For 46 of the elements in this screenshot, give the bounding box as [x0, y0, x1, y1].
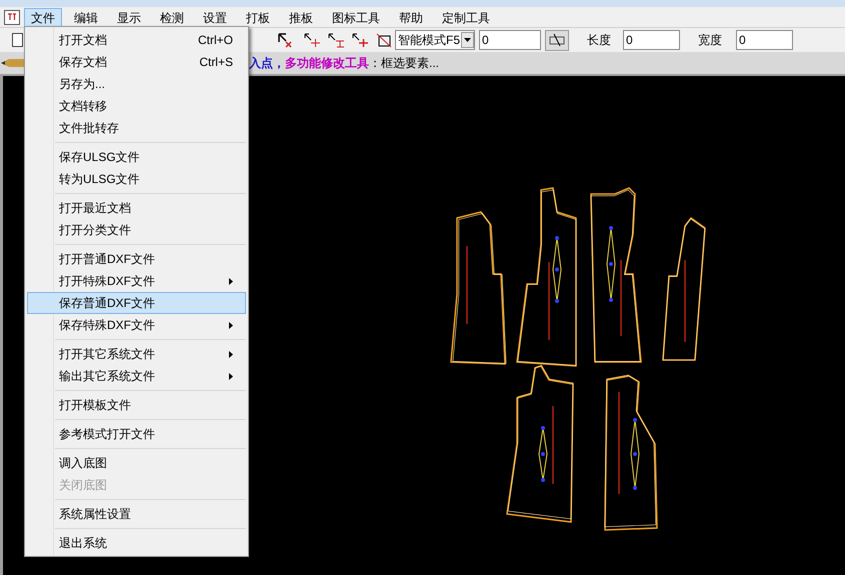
point-move-icon[interactable] — [303, 32, 321, 48]
menu-entry[interactable]: 保存普通DXF文件 — [27, 292, 246, 314]
value-field[interactable]: 0 — [479, 30, 541, 50]
menu-item[interactable]: 打板 — [239, 8, 277, 26]
menu-item[interactable]: 定制工具 — [435, 8, 497, 26]
menu-entry[interactable]: 系统属性设置 — [27, 503, 246, 525]
menu-entry[interactable]: 打开最近文档 — [27, 197, 246, 219]
menu-item[interactable]: 帮助 — [392, 8, 430, 26]
length-label: 长度 — [587, 32, 611, 49]
menu-item[interactable]: 检测 — [153, 8, 191, 26]
prompt-text: 入点，多功能修改工具：框选要素... — [249, 55, 440, 72]
length-field[interactable]: 0 — [623, 30, 680, 50]
menu-entry[interactable]: 打开分类文件 — [27, 219, 246, 241]
width-label: 宽度 — [698, 32, 722, 49]
menu-entry[interactable]: 打开普通DXF文件 — [27, 248, 246, 270]
menu-entry[interactable]: 转为ULSG文件 — [27, 168, 246, 190]
menu-entry[interactable]: 保存文档 Ctrl+S — [27, 51, 246, 73]
menu-entry[interactable]: 另存为... — [27, 73, 246, 95]
menu-entry[interactable]: 打开文档 Ctrl+O — [27, 29, 246, 51]
menu-item[interactable]: 设置 — [196, 8, 234, 26]
menu-item[interactable]: 编辑 — [67, 8, 105, 26]
menu-entry[interactable]: 输出其它系统文件 — [27, 365, 246, 387]
app-icon — [4, 10, 20, 24]
menu-entry[interactable]: 参考模式打开文件 — [27, 423, 246, 445]
menu-item[interactable]: 图标工具 — [325, 8, 387, 26]
point-align-icon[interactable] — [327, 32, 345, 48]
menu-entry[interactable]: 打开其它系统文件 — [27, 343, 246, 365]
menu-item[interactable]: 显示 — [110, 8, 148, 26]
menu-entry[interactable]: 退出系统 — [27, 532, 246, 554]
menu-entry[interactable]: 保存ULSG文件 — [27, 146, 246, 168]
menu-entry[interactable]: 文件批转存 — [27, 117, 246, 139]
menu-entry[interactable]: 打开特殊DXF文件 — [27, 270, 246, 292]
point-add-icon[interactable] — [351, 32, 369, 48]
menu-entry[interactable]: 调入底图 — [27, 452, 246, 474]
slope-tool-button[interactable] — [545, 30, 569, 50]
select-delete-icon[interactable] — [277, 32, 293, 48]
menu-item[interactable]: 文件 — [24, 8, 62, 26]
mode-dropdown[interactable]: 智能模式F5 — [395, 30, 475, 50]
menu-entry[interactable]: 文档转移 — [27, 95, 246, 117]
new-document-icon[interactable] — [12, 33, 23, 47]
rectangle-cross-icon[interactable] — [375, 32, 393, 48]
menu-item[interactable]: 推板 — [282, 8, 320, 26]
width-field[interactable]: 0 — [736, 30, 793, 50]
menu-entry[interactable]: 保存特殊DXF文件 — [27, 314, 246, 336]
pencil-icon — [1, 58, 27, 68]
menu-entry[interactable]: 打开模板文件 — [27, 394, 246, 416]
